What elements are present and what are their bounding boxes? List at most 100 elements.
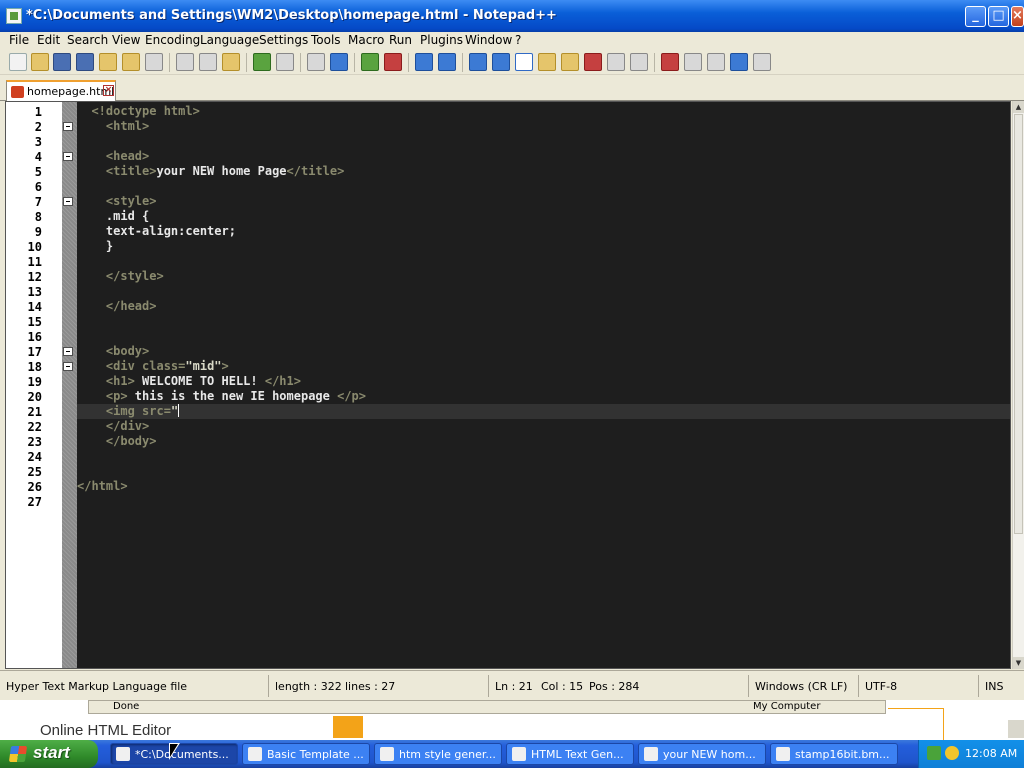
clock[interactable]: 12:08 AM bbox=[965, 747, 1017, 760]
menu-language[interactable]: Language bbox=[200, 33, 259, 47]
fold-margin[interactable] bbox=[62, 102, 77, 668]
menu-search[interactable]: Search bbox=[67, 33, 108, 47]
stop-record-icon[interactable] bbox=[684, 53, 702, 71]
code-line[interactable]: <img src=" bbox=[77, 404, 1010, 419]
menu-encoding[interactable]: Encoding bbox=[145, 33, 200, 47]
code-line[interactable] bbox=[77, 254, 1010, 269]
cut-icon[interactable] bbox=[176, 53, 194, 71]
sync-vertical-icon[interactable] bbox=[415, 53, 433, 71]
minimize-button[interactable]: _ bbox=[965, 6, 986, 27]
close-all-icon[interactable] bbox=[122, 53, 140, 71]
code-line[interactable]: <h1> WELCOME TO HELL! </h1> bbox=[77, 374, 1010, 389]
code-line[interactable]: <style> bbox=[77, 194, 1010, 209]
code-line[interactable]: <html> bbox=[77, 119, 1010, 134]
code-line[interactable] bbox=[77, 464, 1010, 479]
search-icon[interactable] bbox=[945, 746, 959, 760]
fold-toggle-icon[interactable] bbox=[63, 197, 73, 206]
folder-workspace-icon[interactable] bbox=[607, 53, 625, 71]
menu-window[interactable]: Window bbox=[465, 33, 512, 47]
fold-toggle-icon[interactable] bbox=[63, 347, 73, 356]
save-macro-icon[interactable] bbox=[753, 53, 771, 71]
code-line[interactable]: </body> bbox=[77, 434, 1010, 449]
code-line[interactable]: <head> bbox=[77, 149, 1010, 164]
fold-toggle-icon[interactable] bbox=[63, 362, 73, 371]
code-editor[interactable]: 1 2 3 4 5 6 7 8 9 10 11 12 13 14 15 16 17 18 19 20 21 22 23 24 2… bbox=[5, 101, 1011, 669]
show-all-chars-icon[interactable] bbox=[492, 53, 510, 71]
replace-icon[interactable] bbox=[330, 53, 348, 71]
maximize-button[interactable]: □ bbox=[988, 6, 1009, 27]
save-icon[interactable] bbox=[53, 53, 71, 71]
user-lang-icon[interactable] bbox=[538, 53, 556, 71]
open-file-icon[interactable] bbox=[31, 53, 49, 71]
menu-view[interactable]: View bbox=[112, 33, 140, 47]
code-line[interactable]: <title>your NEW home Page</title> bbox=[77, 164, 1010, 179]
code-line[interactable]: } bbox=[77, 239, 1010, 254]
tab-homepage-html[interactable]: homepage.html × bbox=[6, 80, 116, 101]
code-line[interactable]: <p> this is the new IE homepage </p> bbox=[77, 389, 1010, 404]
taskbar-item-html-text-gen[interactable]: HTML Text Gen... bbox=[506, 743, 634, 765]
title-bar[interactable]: *C:\Documents and Settings\WM2\Desktop\h… bbox=[0, 0, 1024, 32]
start-button[interactable]: start bbox=[0, 740, 98, 768]
menu-help[interactable]: ? bbox=[515, 33, 521, 47]
scroll-down-icon[interactable]: ▼ bbox=[1013, 657, 1024, 669]
doc-map-icon[interactable] bbox=[561, 53, 579, 71]
record-macro-icon[interactable] bbox=[661, 53, 679, 71]
copy-icon[interactable] bbox=[199, 53, 217, 71]
fold-toggle-icon[interactable] bbox=[63, 122, 73, 131]
code-line[interactable] bbox=[77, 494, 1010, 509]
menu-edit[interactable]: Edit bbox=[37, 33, 60, 47]
taskbar-item-stamp16bit[interactable]: stamp16bit.bm... bbox=[770, 743, 898, 765]
new-file-icon[interactable] bbox=[9, 53, 27, 71]
taskbar-item-your-new-home[interactable]: your NEW hom... bbox=[638, 743, 766, 765]
taskbar-item-htm-style[interactable]: htm style gener... bbox=[374, 743, 502, 765]
tab-close-icon[interactable]: × bbox=[103, 85, 114, 96]
monitor-icon[interactable] bbox=[630, 53, 648, 71]
fold-toggle-icon[interactable] bbox=[63, 152, 73, 161]
menu-file[interactable]: File bbox=[9, 33, 29, 47]
indent-guide-icon[interactable] bbox=[515, 53, 533, 71]
code-line[interactable] bbox=[77, 329, 1010, 344]
network-icon[interactable] bbox=[927, 746, 941, 760]
zoom-out-icon[interactable] bbox=[384, 53, 402, 71]
menu-macro[interactable]: Macro bbox=[348, 33, 384, 47]
find-icon[interactable] bbox=[307, 53, 325, 71]
paste-icon[interactable] bbox=[222, 53, 240, 71]
code-line[interactable] bbox=[77, 134, 1010, 149]
code-line[interactable]: <body> bbox=[77, 344, 1010, 359]
save-all-icon[interactable] bbox=[76, 53, 94, 71]
code-line[interactable]: .mid { bbox=[77, 209, 1010, 224]
scroll-up-icon[interactable]: ▲ bbox=[1013, 101, 1024, 113]
code-line[interactable]: text-align:center; bbox=[77, 224, 1010, 239]
code-line[interactable]: </style> bbox=[77, 269, 1010, 284]
taskbar-item-basic-template[interactable]: Basic Template ... bbox=[242, 743, 370, 765]
code-line[interactable]: <!doctype html> bbox=[77, 104, 1010, 119]
code-line[interactable] bbox=[77, 449, 1010, 464]
code-line[interactable]: </div> bbox=[77, 419, 1010, 434]
code-line[interactable] bbox=[77, 179, 1010, 194]
sync-horizontal-icon[interactable] bbox=[438, 53, 456, 71]
menu-run[interactable]: Run bbox=[389, 33, 412, 47]
playback-icon[interactable] bbox=[707, 53, 725, 71]
code-line[interactable]: </head> bbox=[77, 299, 1010, 314]
vertical-scrollbar[interactable]: ▲ ▼ bbox=[1012, 101, 1024, 669]
redo-icon[interactable] bbox=[276, 53, 294, 71]
background-browser-window[interactable]: Done My Computer Online HTML Editor bbox=[0, 700, 1024, 740]
zoom-in-icon[interactable] bbox=[361, 53, 379, 71]
menu-settings[interactable]: Settings bbox=[259, 33, 308, 47]
code-line[interactable] bbox=[77, 314, 1010, 329]
menu-tools[interactable]: Tools bbox=[311, 33, 341, 47]
word-wrap-icon[interactable] bbox=[469, 53, 487, 71]
function-list-icon[interactable] bbox=[584, 53, 602, 71]
undo-icon[interactable] bbox=[253, 53, 271, 71]
code-area[interactable]: <!doctype html> <html> <head> <title>you… bbox=[77, 102, 1010, 668]
close-button[interactable]: × bbox=[1011, 6, 1024, 27]
print-icon[interactable] bbox=[145, 53, 163, 71]
code-line[interactable]: <div class="mid"> bbox=[77, 359, 1010, 374]
code-line[interactable]: </html> bbox=[77, 479, 1010, 494]
scrollbar-thumb[interactable] bbox=[1014, 114, 1023, 534]
run-macro-multiple-icon[interactable] bbox=[730, 53, 748, 71]
menu-plugins[interactable]: Plugins bbox=[420, 33, 463, 47]
code-line[interactable] bbox=[77, 284, 1010, 299]
browser-scrollbar[interactable] bbox=[1008, 720, 1024, 738]
close-icon[interactable] bbox=[99, 53, 117, 71]
